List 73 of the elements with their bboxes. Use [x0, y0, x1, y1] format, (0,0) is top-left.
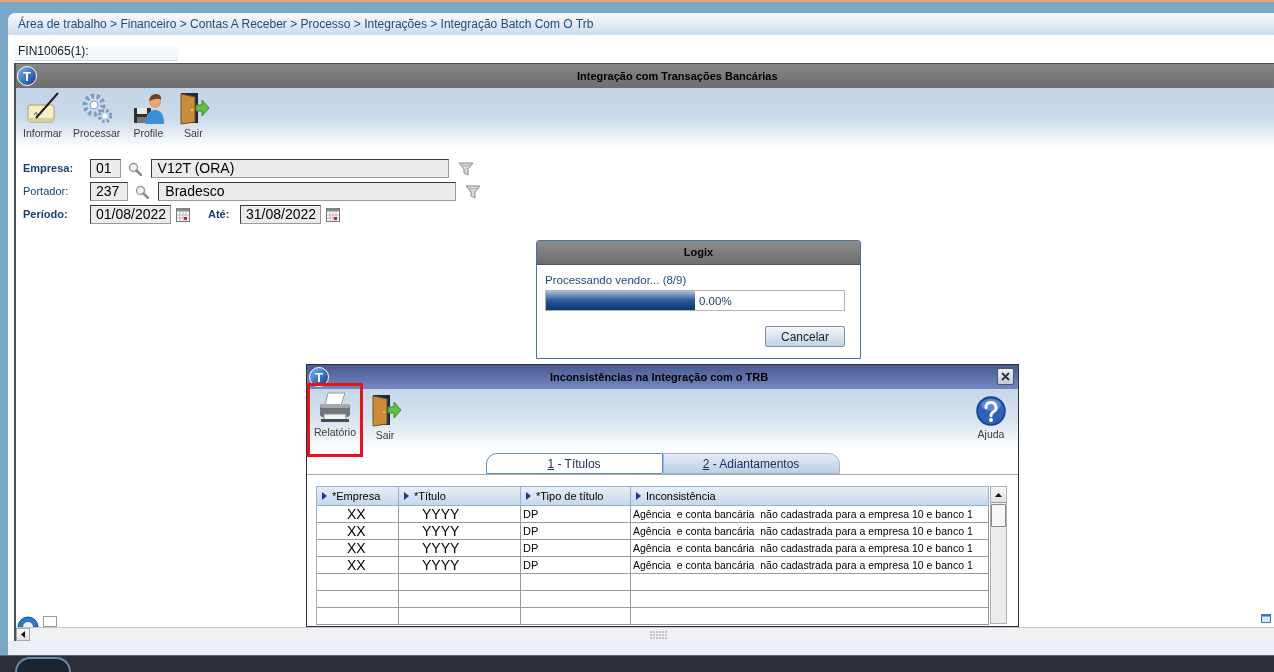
table-cell: Agência e conta bancária não cadastrada para a empresa 10 e banco 1	[631, 540, 989, 557]
report-button[interactable]: Relatório	[307, 383, 363, 457]
note-pen-icon	[25, 91, 60, 125]
table-cell: XX	[317, 557, 399, 574]
table-cell: DP	[521, 506, 631, 523]
help-icon	[976, 396, 1006, 426]
printer-icon	[318, 392, 352, 424]
search-icon[interactable]	[135, 184, 150, 199]
triangle-icon	[636, 492, 641, 500]
field-label: Até:	[208, 207, 231, 223]
table-cell: YYYY	[399, 523, 521, 540]
left-arrow-icon	[21, 631, 25, 638]
scroll-up-button[interactable]	[991, 487, 1006, 503]
triangle-icon	[526, 492, 531, 500]
close-icon	[1001, 372, 1010, 381]
search-icon[interactable]	[127, 161, 142, 176]
window-title: Integração com Transações Bancárias	[577, 68, 778, 84]
table-cell: YYYY	[399, 557, 521, 574]
calendar-icon[interactable]	[326, 207, 340, 222]
help-button[interactable]: Ajuda	[973, 389, 1009, 440]
column-header[interactable]: *Tipo de título	[521, 487, 631, 506]
table-cell: XX	[317, 540, 399, 557]
table-cell: Agência e conta bancária não cadastrada para a empresa 10 e banco 1	[631, 523, 989, 540]
table-cell: Agência e conta bancária não cadastrada para a empresa 10 e banco 1	[631, 506, 989, 523]
description-field[interactable]: Bradesco	[158, 182, 457, 201]
window-icon	[1261, 614, 1271, 623]
tab[interactable]: 2 - Adiantamentos	[662, 453, 840, 474]
table-cell: DP	[521, 523, 631, 540]
scroll-left-button[interactable]	[16, 628, 30, 641]
description-field[interactable]: V12T (ORA)	[150, 159, 449, 178]
calendar-icon[interactable]	[176, 207, 190, 222]
exit-button[interactable]: Sair	[365, 389, 405, 441]
table-cell: XX	[317, 506, 399, 523]
dialog-title: Logix	[683, 245, 714, 261]
triangle-icon	[322, 492, 327, 500]
scroll-thumb[interactable]	[991, 504, 1006, 527]
code-field[interactable]: 237	[90, 182, 129, 201]
cancel-button[interactable]: Cancelar	[765, 326, 845, 347]
triangle-icon	[404, 492, 409, 500]
table-cell: YYYY	[399, 506, 521, 523]
date-field[interactable]: 01/08/2022	[90, 205, 171, 224]
exit-button[interactable]: Sair	[173, 91, 214, 139]
date-field[interactable]: 31/08/2022	[240, 205, 321, 224]
breadcrumb: Área de trabalho > Financeiro > Contas A Receber > Processo > Integrações > Integração Batch Com O Trb	[18, 15, 594, 33]
grip-icon[interactable]	[650, 630, 668, 639]
progress-label: 0.00%	[699, 294, 732, 308]
app-logo: T	[17, 66, 37, 86]
column-header[interactable]: *Título	[399, 487, 521, 506]
code-field[interactable]: 01	[90, 159, 121, 178]
process-button[interactable]: Processar	[70, 91, 124, 139]
table-cell: YYYY	[399, 540, 521, 557]
user-disk-icon	[131, 91, 166, 125]
program-tab[interactable]: FIN10065(1):	[15, 42, 178, 61]
start-orb-icon[interactable]	[15, 657, 71, 672]
field-label: Empresa:	[23, 161, 75, 177]
tab[interactable]: 1 - Títulos	[485, 453, 663, 474]
table-cell: Agência e conta bancária não cadastrada para a empresa 10 e banco 1	[631, 557, 989, 574]
table-cell: DP	[521, 540, 631, 557]
close-button[interactable]	[997, 368, 1014, 385]
field-label: Portador:	[23, 184, 70, 200]
column-header[interactable]: Inconsistência	[631, 487, 989, 506]
filter-icon[interactable]	[465, 183, 482, 200]
profile-button[interactable]: Profile	[128, 91, 169, 139]
up-arrow-icon	[995, 492, 1002, 497]
small-field	[43, 616, 57, 627]
table-cell: DP	[521, 557, 631, 574]
table-cell: XX	[317, 523, 399, 540]
filter-icon[interactable]	[457, 160, 474, 177]
edit-button[interactable]: Informar	[20, 91, 66, 139]
status-message: Processando vendor... (8/9)	[545, 273, 688, 287]
field-label: Período:	[23, 207, 69, 223]
column-header[interactable]: *Empresa	[317, 487, 399, 506]
dialog-title: Inconsistências na Integração com o TRB	[550, 369, 769, 385]
